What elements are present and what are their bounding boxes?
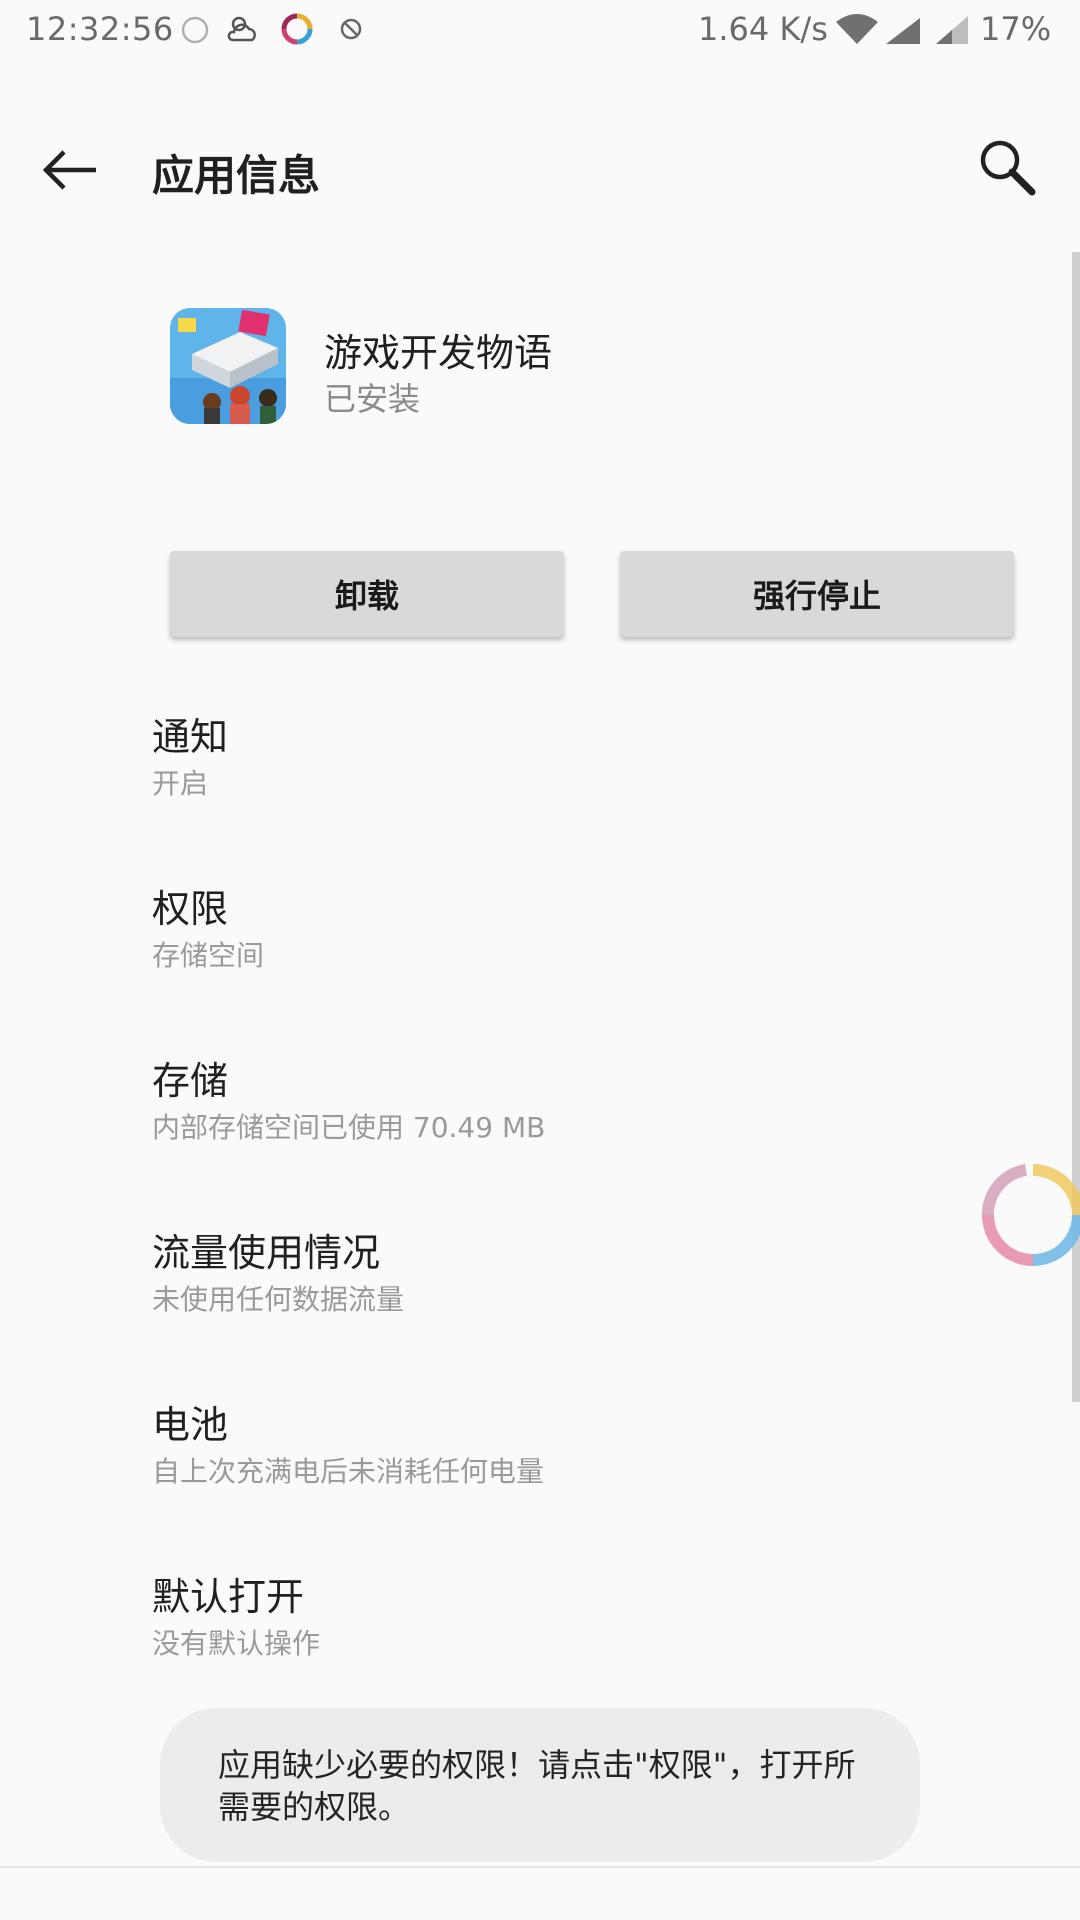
battery-level: 17% (980, 10, 1052, 48)
settings-item-subtitle: 未使用任何数据流量 (152, 1283, 405, 1316)
app-bar: 应用信息 (0, 120, 1080, 220)
alarm-icon (181, 16, 209, 44)
signal-icon-2 (936, 16, 968, 44)
status-time: 12:32:56 (26, 10, 174, 48)
app-icon (170, 308, 286, 424)
settings-item-title: 通知 (152, 715, 229, 759)
force-stop-button[interactable]: 强行停止 (620, 551, 1014, 637)
divider (0, 1866, 1080, 1868)
settings-item-title: 流量使用情况 (152, 1231, 381, 1275)
app-ring-icon (281, 13, 313, 45)
settings-item-battery[interactable]: 电池 自上次充满电后未消耗任何电量 (152, 1394, 1032, 1524)
toast-message: 应用缺少必要的权限！请点击"权限"，打开所需要的权限。 (160, 1708, 920, 1862)
signal-icon (886, 18, 920, 44)
settings-item-subtitle: 没有默认操作 (152, 1627, 321, 1660)
settings-item-subtitle: 存储空间 (152, 939, 265, 972)
settings-item-data-usage[interactable]: 流量使用情况 未使用任何数据流量 (152, 1222, 1032, 1352)
force-stop-button-label: 强行停止 (752, 577, 881, 615)
page-title: 应用信息 (152, 151, 321, 200)
app-install-status: 已安装 (324, 380, 421, 418)
uninstall-button[interactable]: 卸载 (170, 551, 564, 637)
uninstall-button-label: 卸载 (334, 577, 399, 615)
settings-item-open-by-default[interactable]: 默认打开 没有默认操作 (152, 1566, 1032, 1696)
wifi-icon (836, 14, 878, 44)
arrow-left-icon[interactable] (34, 142, 110, 198)
toast-text: 应用缺少必要的权限！请点击"权限"，打开所需要的权限。 (218, 1746, 856, 1826)
app-name: 游戏开发物语 (324, 331, 553, 375)
floating-widget-icon[interactable] (980, 1162, 1080, 1268)
status-bar: 12:32:56 1.64 K/s 17% (0, 0, 1080, 60)
settings-item-notifications[interactable]: 通知 开启 (152, 706, 1032, 836)
settings-item-storage[interactable]: 存储 内部存储空间已使用 70.49 MB (152, 1050, 1032, 1180)
settings-item-title: 存储 (152, 1059, 229, 1103)
settings-item-title: 默认打开 (152, 1575, 305, 1619)
dnd-icon (340, 18, 362, 40)
weather-icon (227, 16, 256, 42)
settings-item-title: 电池 (152, 1403, 229, 1447)
search-icon[interactable] (972, 132, 1044, 204)
settings-item-permissions[interactable]: 权限 存储空间 (152, 878, 1032, 1008)
settings-item-subtitle: 内部存储空间已使用 70.49 MB (152, 1111, 546, 1144)
network-speed: 1.64 K/s (698, 10, 828, 48)
settings-item-subtitle: 开启 (152, 767, 209, 800)
settings-item-subtitle: 自上次充满电后未消耗任何电量 (152, 1455, 545, 1488)
settings-item-title: 权限 (152, 887, 229, 931)
